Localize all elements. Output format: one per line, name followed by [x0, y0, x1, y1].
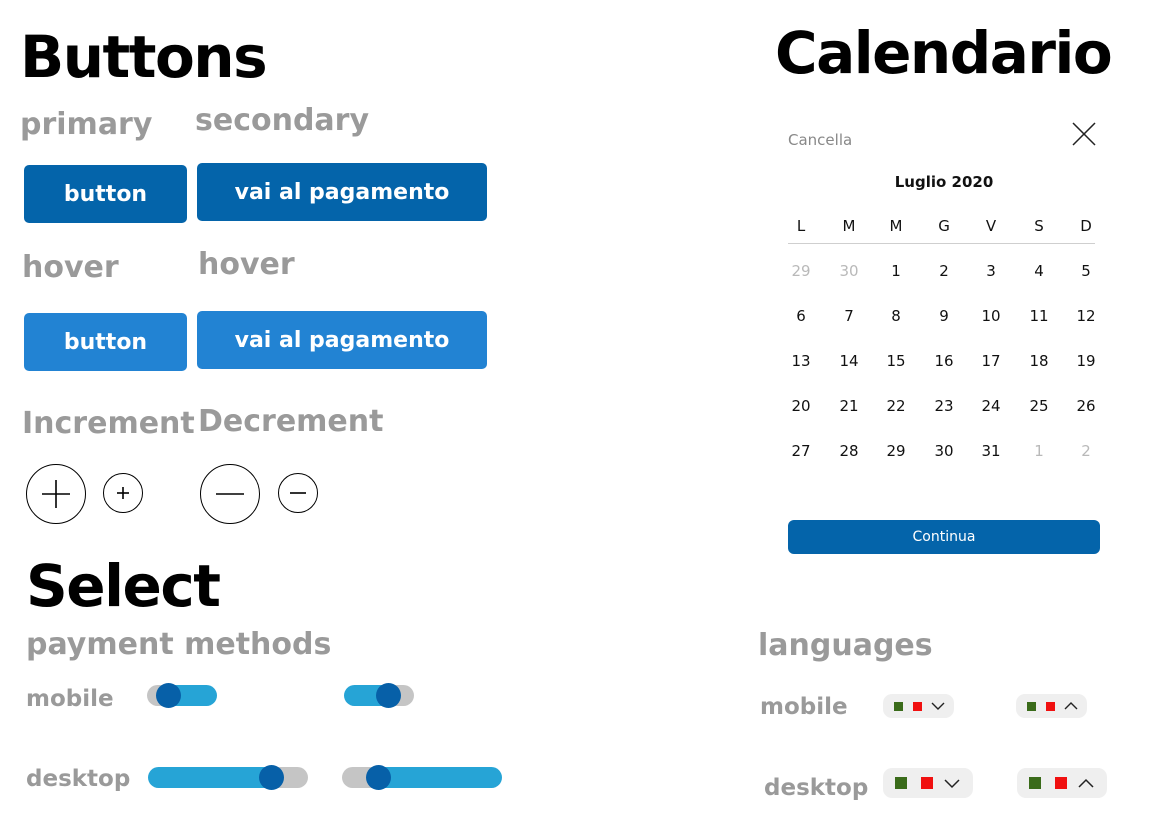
language-select-desktop-open[interactable] [1017, 768, 1107, 798]
language-select-mobile-closed[interactable] [883, 694, 954, 718]
decrement-button-small[interactable] [278, 473, 318, 513]
calendar-day[interactable]: 5 [1066, 262, 1106, 280]
buttons-title: Buttons [20, 23, 268, 91]
payment-toggle-mobile-2[interactable] [344, 683, 414, 708]
chevron-down-icon [930, 699, 946, 718]
calendar-title: Calendario [775, 19, 1113, 87]
chevron-up-icon [1076, 775, 1096, 796]
calendar-day[interactable]: 19 [1066, 352, 1106, 370]
flag-red [1055, 777, 1067, 789]
flag-green [1029, 777, 1041, 789]
calendar-weekday: L [796, 217, 806, 235]
select-title: Select [26, 552, 221, 620]
calendar-day[interactable]: 30 [924, 442, 964, 460]
calendar-day[interactable]: 2 [1066, 442, 1106, 460]
calendar-day[interactable]: 9 [924, 307, 964, 325]
flag-green [894, 702, 903, 711]
calendar-day[interactable]: 7 [829, 307, 869, 325]
calendar-day[interactable]: 13 [781, 352, 821, 370]
toggle-track [148, 767, 308, 788]
payment-desktop-label: desktop [26, 766, 131, 792]
calendar-day[interactable]: 3 [971, 262, 1011, 280]
calendar-weekday: S [1034, 217, 1044, 235]
calendar-day[interactable]: 8 [876, 307, 916, 325]
increment-button-large[interactable] [26, 464, 86, 524]
chevron-up-icon [1063, 699, 1079, 718]
flag-red [921, 777, 933, 789]
hover-label-primary: hover [22, 250, 119, 285]
toggle-knob [259, 765, 284, 790]
calendar-day[interactable]: 1 [1019, 442, 1059, 460]
secondary-label: secondary [195, 103, 370, 138]
cancel-link[interactable]: Cancella [788, 131, 852, 149]
calendar-day[interactable]: 18 [1019, 352, 1059, 370]
languages-desktop-label: desktop [764, 775, 869, 801]
calendar-weekday: M [842, 217, 856, 235]
language-select-desktop-closed[interactable] [883, 768, 973, 798]
calendar-day[interactable]: 10 [971, 307, 1011, 325]
calendar-day[interactable]: 17 [971, 352, 1011, 370]
calendar-weekday: V [985, 217, 997, 235]
decrement-label: Decrement [198, 404, 384, 439]
hover-label-secondary: hover [198, 247, 295, 282]
language-select-mobile-open[interactable] [1016, 694, 1087, 718]
payment-methods-label: payment methods [26, 627, 332, 662]
flag-green [1027, 702, 1036, 711]
calendar-day[interactable]: 30 [829, 262, 869, 280]
payment-toggle-desktop-2[interactable] [342, 765, 502, 790]
close-icon[interactable] [1070, 120, 1098, 148]
calendar-day[interactable]: 24 [971, 397, 1011, 415]
calendar-day[interactable]: 25 [1019, 397, 1059, 415]
calendar-day[interactable]: 23 [924, 397, 964, 415]
toggle-knob [366, 765, 391, 790]
flag-red [1046, 702, 1055, 711]
chevron-down-icon [942, 775, 962, 796]
primary-label: primary [20, 107, 153, 142]
continue-button[interactable]: Continua [788, 520, 1100, 554]
increment-label: Increment [22, 406, 195, 441]
calendar-divider [788, 243, 1095, 244]
calendar-day[interactable]: 2 [924, 262, 964, 280]
calendar-weekday: M [889, 217, 903, 235]
payment-mobile-label: mobile [26, 686, 114, 712]
calendar-day[interactable]: 28 [829, 442, 869, 460]
calendar-day[interactable]: 31 [971, 442, 1011, 460]
payment-toggle-desktop-1[interactable] [148, 765, 308, 790]
primary-button[interactable]: button [24, 165, 187, 223]
calendar-month-label: Luglio 2020 [894, 173, 994, 191]
calendar-day[interactable]: 22 [876, 397, 916, 415]
secondary-button-hover[interactable]: vai al pagamento [197, 311, 487, 369]
flag-red [913, 702, 922, 711]
toggle-knob [376, 683, 401, 708]
calendar-day[interactable]: 6 [781, 307, 821, 325]
primary-button-hover[interactable]: button [24, 313, 187, 371]
calendar-weekday: G [938, 217, 950, 235]
calendar-day[interactable]: 16 [924, 352, 964, 370]
secondary-button[interactable]: vai al pagamento [197, 163, 487, 221]
languages-label: languages [758, 628, 933, 663]
increment-button-small[interactable] [103, 473, 143, 513]
calendar-day[interactable]: 15 [876, 352, 916, 370]
calendar-day[interactable]: 1 [876, 262, 916, 280]
calendar-weekday: D [1080, 217, 1092, 235]
calendar-day[interactable]: 27 [781, 442, 821, 460]
calendar-day[interactable]: 26 [1066, 397, 1106, 415]
calendar-day[interactable]: 11 [1019, 307, 1059, 325]
payment-toggle-mobile-1[interactable] [147, 683, 217, 708]
toggle-knob [156, 683, 181, 708]
languages-mobile-label: mobile [760, 694, 848, 720]
calendar-day[interactable]: 20 [781, 397, 821, 415]
flag-green [895, 777, 907, 789]
calendar-day[interactable]: 14 [829, 352, 869, 370]
calendar-day[interactable]: 21 [829, 397, 869, 415]
calendar-day[interactable]: 4 [1019, 262, 1059, 280]
decrement-button-large[interactable] [200, 464, 260, 524]
calendar-day[interactable]: 29 [781, 262, 821, 280]
calendar-day[interactable]: 29 [876, 442, 916, 460]
calendar-day[interactable]: 12 [1066, 307, 1106, 325]
